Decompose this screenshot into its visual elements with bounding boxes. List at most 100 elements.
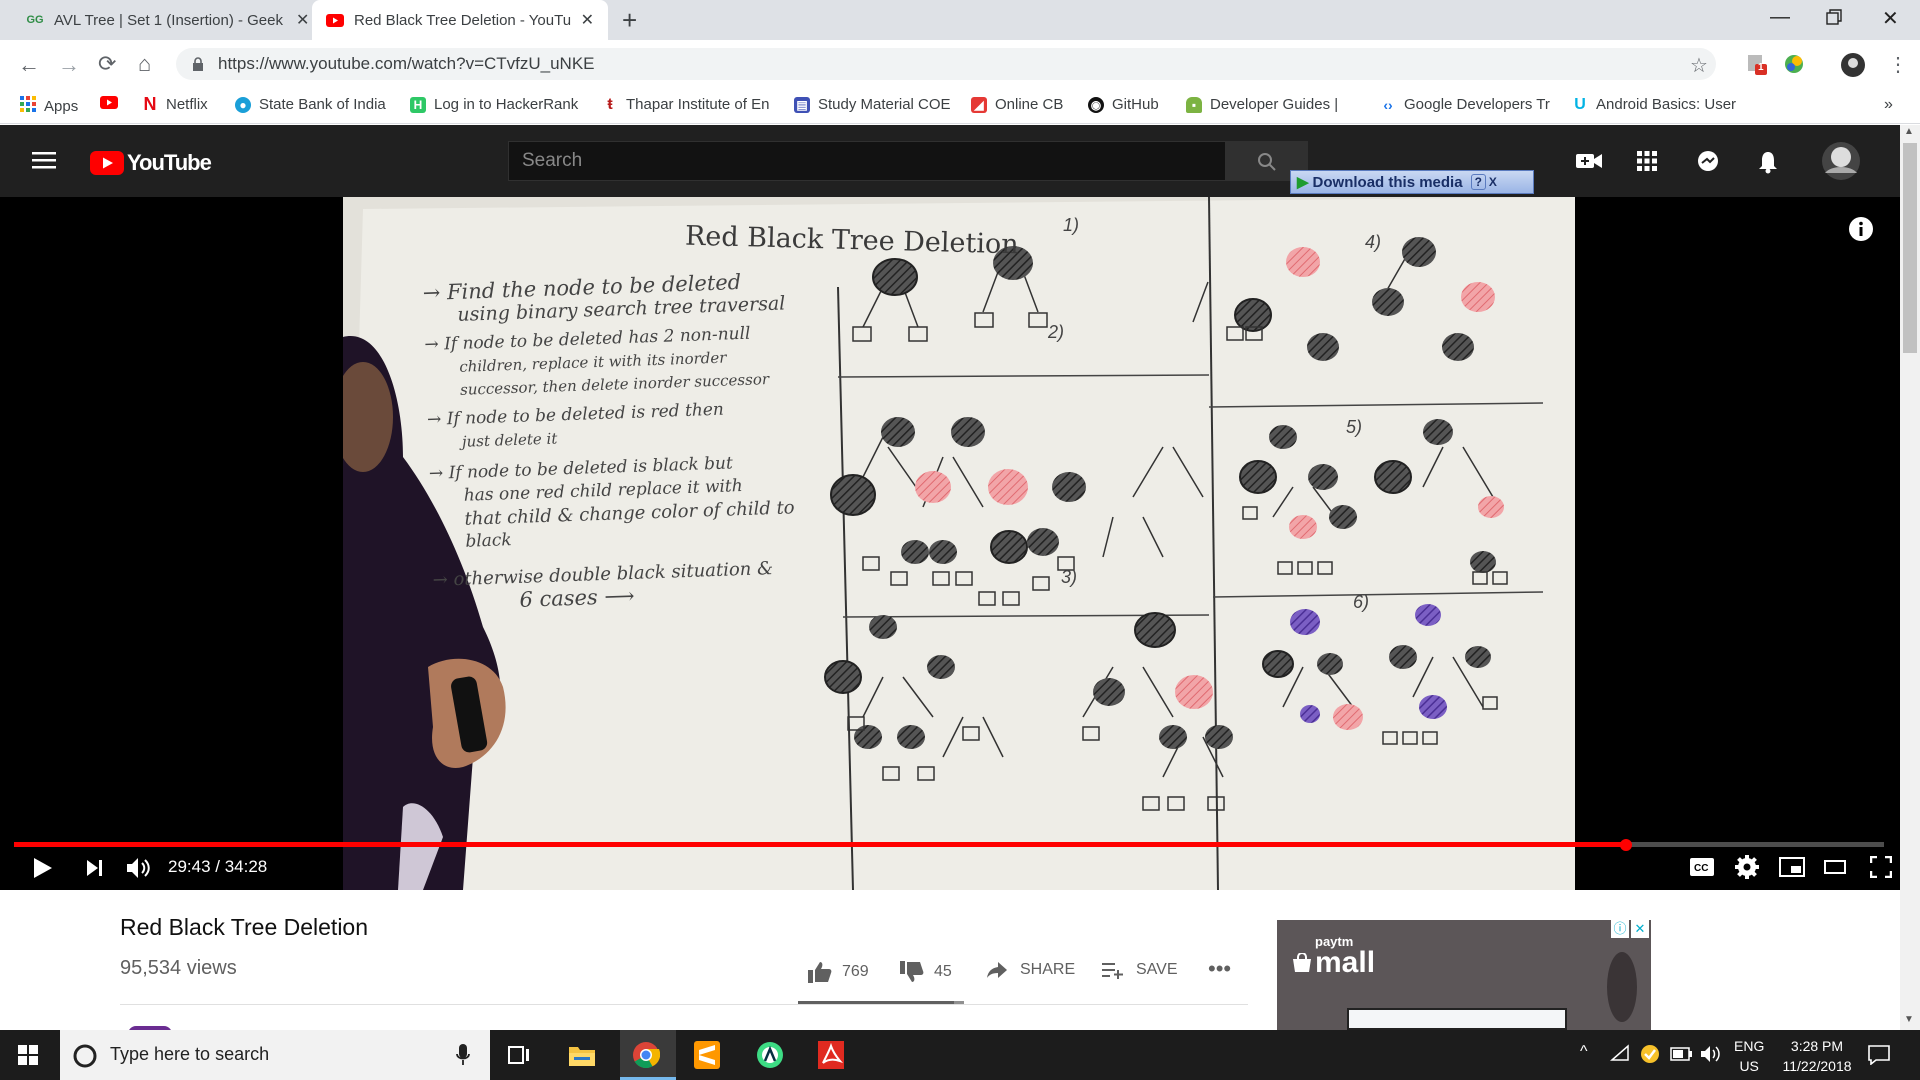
minimize-icon[interactable]: —	[1770, 6, 1790, 29]
study-material-icon: ▤	[794, 96, 810, 113]
forward-icon[interactable]: →	[58, 52, 80, 78]
youtube-logo-text: YouTube	[127, 150, 212, 175]
progress-scrubber[interactable]	[1619, 839, 1632, 851]
theater-mode-button[interactable]	[1824, 860, 1846, 879]
theater-mode-icon	[1824, 860, 1846, 874]
bookmark-label: GitHub	[1112, 96, 1159, 113]
youtube-logo[interactable]: YouTube	[90, 150, 212, 176]
video-frame-whiteboard[interactable]: Red Black Tree Deletion → Find the node …	[343, 197, 1575, 890]
bookmark-youtube[interactable]	[100, 96, 118, 113]
region-label: US	[1739, 1058, 1759, 1074]
close-tab-icon[interactable]: ✕	[296, 10, 309, 30]
share-label: SHARE	[1020, 961, 1076, 978]
sublime-text-icon[interactable]	[694, 1041, 720, 1074]
apps-grid-icon[interactable]	[1637, 151, 1657, 176]
bookmark-online-cb[interactable]: ◢ Online CB	[971, 96, 1063, 113]
play-button[interactable]	[32, 856, 54, 885]
miniplayer-button[interactable]	[1779, 857, 1805, 882]
tab-geeksforgeeks[interactable]: GG AVL Tree | Set 1 (Insertion) - Geek ✕	[12, 0, 323, 40]
tab-youtube[interactable]: Red Black Tree Deletion - YouTub ✕	[312, 0, 608, 40]
scroll-down-icon[interactable]: ▼	[1904, 1014, 1914, 1025]
home-icon[interactable]: ⌂	[138, 51, 151, 77]
extension-icon[interactable]: 1	[1745, 53, 1767, 80]
download-media-bar[interactable]: ▶ Download this media ? X	[1290, 170, 1534, 194]
youtube-icon	[326, 11, 344, 29]
hamburger-menu-icon[interactable]	[32, 150, 56, 175]
svg-text:CC: CC	[1694, 863, 1708, 874]
task-view-icon[interactable]	[508, 1044, 530, 1071]
microphone-icon[interactable]	[456, 1044, 470, 1071]
restore-icon[interactable]	[1826, 8, 1842, 31]
scrollbar-thumb[interactable]	[1903, 143, 1917, 353]
clock-time: 3:28 PM	[1790, 1038, 1844, 1054]
close-tab-icon[interactable]: ✕	[581, 10, 594, 30]
bookmark-hackerrank[interactable]: H Log in to HackerRank	[410, 96, 578, 113]
windows-start-icon[interactable]	[18, 1045, 38, 1070]
file-explorer-icon[interactable]	[568, 1043, 596, 1072]
hackerrank-icon: H	[410, 96, 426, 113]
bookmark-label: Thapar Institute of En	[626, 96, 770, 113]
save-button[interactable]: SAVE	[1102, 961, 1178, 979]
download-help-button[interactable]: ?	[1470, 174, 1486, 190]
bookmark-android-basics[interactable]: U Android Basics: User	[1572, 96, 1736, 114]
bookmark-label: Google Developers Tr	[1404, 96, 1550, 113]
save-label: SAVE	[1136, 961, 1178, 978]
scroll-up-icon[interactable]: ▲	[1904, 126, 1914, 137]
acrobat-reader-icon[interactable]	[818, 1041, 844, 1074]
bookmark-github[interactable]: ◉ GitHub	[1088, 96, 1159, 113]
messages-icon[interactable]	[1697, 150, 1719, 177]
bookmark-netflix[interactable]: N Netflix	[142, 94, 208, 114]
settings-button[interactable]	[1735, 855, 1759, 884]
bookmark-developer-guides[interactable]: ▪ Developer Guides |	[1186, 96, 1338, 113]
bookmark-apps[interactable]: Apps	[20, 96, 78, 116]
reload-icon[interactable]: ⟳	[98, 51, 116, 77]
back-icon[interactable]: ←	[18, 52, 40, 78]
captions-button[interactable]: CC	[1690, 858, 1714, 881]
profile-avatar[interactable]	[1840, 52, 1866, 83]
show-hidden-icons[interactable]: ^	[1580, 1043, 1588, 1061]
playlist-add-icon	[1102, 963, 1123, 979]
case-label-5: 5)	[1346, 417, 1363, 437]
share-button[interactable]: SHARE	[986, 961, 1075, 979]
bookmark-label: Developer Guides |	[1210, 96, 1339, 113]
download-close-button[interactable]: X	[1489, 175, 1497, 189]
notifications-bell-icon[interactable]	[1758, 150, 1778, 179]
new-tab-icon[interactable]: +	[622, 6, 637, 34]
case-label-3: 3)	[1061, 567, 1078, 587]
bookmark-study-material[interactable]: ▤ Study Material COE	[794, 96, 951, 113]
bookmark-star-icon[interactable]: ☆	[1690, 53, 1708, 78]
account-avatar[interactable]	[1821, 141, 1861, 186]
close-window-icon[interactable]: ✕	[1882, 6, 1899, 31]
language-indicator[interactable]: ENG US	[1734, 1036, 1764, 1076]
battery-icon[interactable]	[1670, 1047, 1692, 1064]
norton-icon[interactable]	[1640, 1044, 1660, 1067]
chrome-menu-icon[interactable]: ⋮	[1888, 52, 1908, 77]
wifi-icon[interactable]	[1610, 1044, 1630, 1065]
android-studio-icon[interactable]	[756, 1041, 784, 1074]
gear-icon	[1735, 855, 1759, 879]
chrome-icon[interactable]	[632, 1041, 661, 1074]
dislike-button[interactable]: 45	[900, 961, 952, 983]
action-center-icon[interactable]	[1868, 1045, 1890, 1068]
create-video-icon[interactable]	[1576, 152, 1602, 175]
bookmark-sbi[interactable]: ● State Bank of India	[235, 96, 386, 113]
video-progress-bar[interactable]	[14, 842, 1884, 847]
bookmark-thapar[interactable]: ŧ Thapar Institute of En	[602, 96, 770, 114]
next-button[interactable]	[86, 858, 104, 883]
volume-button[interactable]	[126, 856, 152, 885]
clock[interactable]: 3:28 PM 11/22/2018	[1776, 1036, 1858, 1076]
like-button[interactable]: 769	[808, 961, 869, 983]
play-icon	[34, 858, 52, 878]
speaker-icon[interactable]	[1700, 1044, 1722, 1067]
ad-banner[interactable]: paytm mall ⓘ ✕	[1277, 920, 1651, 1030]
search-input[interactable]	[508, 141, 1226, 181]
more-actions-icon[interactable]: •••	[1208, 956, 1231, 982]
info-icon[interactable]	[1848, 216, 1874, 247]
colorful-extension-icon[interactable]	[1783, 53, 1805, 80]
ad-close-icon[interactable]: ✕	[1631, 920, 1649, 938]
bookmark-google-developers[interactable]: ‹› Google Developers Tr	[1380, 96, 1550, 113]
bookmarks-overflow-icon[interactable]: »	[1884, 96, 1893, 114]
fullscreen-button[interactable]	[1869, 855, 1893, 883]
ad-info-icon[interactable]: ⓘ	[1611, 920, 1629, 938]
lock-icon	[192, 57, 204, 77]
